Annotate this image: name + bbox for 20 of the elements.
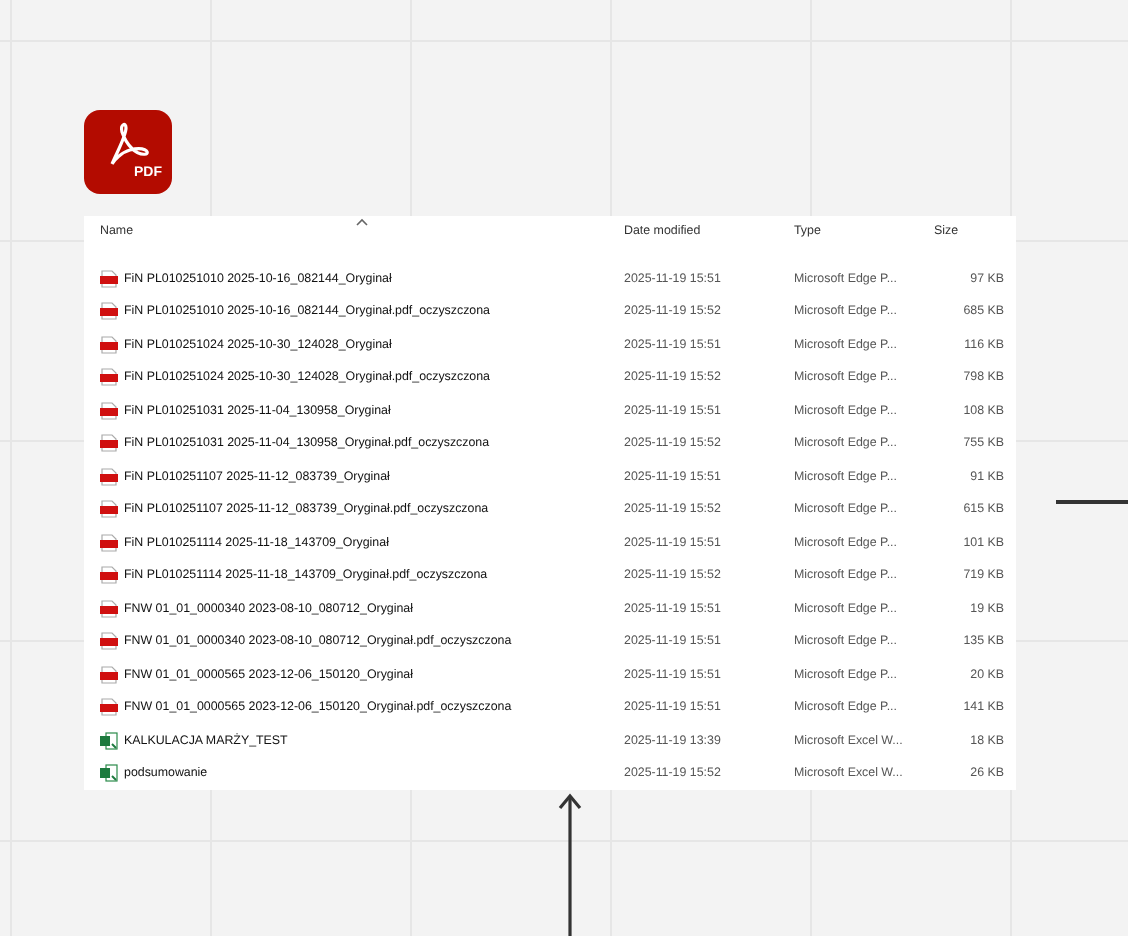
pdf-file-icon <box>100 302 118 321</box>
pdf-file-icon <box>100 533 118 552</box>
pdf-file-icon <box>100 566 118 585</box>
pdf-file-icon <box>100 269 118 288</box>
pdf-file-icon <box>100 632 118 651</box>
connector-line <box>1056 500 1128 504</box>
spreadsheet-file-icon <box>100 731 118 750</box>
pdf-file-icon <box>100 698 118 717</box>
connector-arrow <box>558 793 582 936</box>
spreadsheet-file-icon <box>100 764 118 783</box>
pdf-file-icon <box>100 500 118 519</box>
sort-chevron-icon <box>356 218 368 226</box>
pdf-file-icon <box>100 335 118 354</box>
swirl-logo-icon <box>106 122 150 170</box>
pdf-file-icon <box>100 368 118 387</box>
pdf-file-icon <box>100 467 118 486</box>
pdf-file-icon <box>100 665 118 684</box>
pdf-file-icon <box>100 599 118 618</box>
pdf-file-icon <box>100 434 118 453</box>
pdf-file-icon <box>100 401 118 420</box>
